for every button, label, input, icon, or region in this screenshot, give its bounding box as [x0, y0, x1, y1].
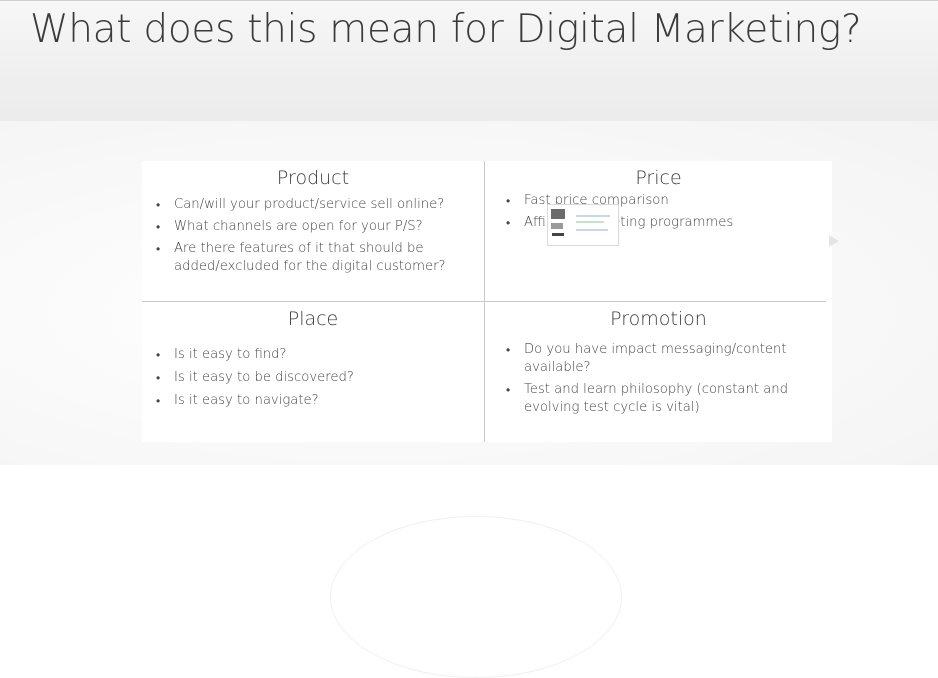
quadrant-place: Place Is it easy to find? Is it easy to … — [142, 302, 484, 442]
website-thumbnail[interactable] — [547, 204, 619, 246]
list-item: Are there features of it that should be … — [150, 240, 480, 276]
list-item: Is it easy to navigate? — [150, 392, 480, 410]
bullet-list: Can/will your product/service sell onlin… — [150, 196, 480, 280]
list-item: Is it easy to be discovered? — [150, 369, 480, 387]
list-item: Do you have impact messaging/content ava… — [500, 341, 830, 377]
play-icon[interactable] — [829, 235, 839, 247]
list-item: Can/will your product/service sell onlin… — [150, 196, 480, 214]
quadrant-product: Product Can/will your product/service se… — [142, 161, 484, 301]
decorative-ring — [330, 516, 622, 678]
bullet-list: Fast price comparison Affiliate marketin… — [500, 192, 750, 236]
slide-title: What does this mean for Digital Marketin… — [30, 7, 862, 52]
list-item: Affiliate marketing programmes — [500, 214, 750, 232]
slide-header: What does this mean for Digital Marketin… — [0, 1, 938, 121]
list-item: Test and learn philosophy (constant and … — [500, 381, 830, 417]
quadrant-price: Price Fast price comparison Affiliate ma… — [485, 161, 832, 301]
thumbnail-image — [551, 223, 563, 229]
bullet-list: Is it easy to find? Is it easy to be dis… — [150, 346, 480, 415]
quadrant-heading: Product — [276, 167, 350, 189]
list-item: Is it easy to find? — [150, 346, 480, 364]
quadrant-heading: Promotion — [610, 308, 707, 330]
thumbnail-image — [551, 209, 565, 219]
list-item: What channels are open for your P/S? — [150, 218, 480, 236]
marketing-mix-grid: Product Can/will your product/service se… — [142, 161, 832, 442]
list-item: Fast price comparison — [500, 192, 750, 210]
quadrant-promotion: Promotion Do you have impact messaging/c… — [485, 302, 832, 442]
thumbnail-image — [552, 233, 564, 236]
quadrant-heading: Price — [635, 167, 682, 189]
quadrant-heading: Place — [287, 308, 339, 330]
thumbnail-text-line — [576, 229, 608, 231]
thumbnail-text-line — [576, 215, 610, 217]
thumbnail-text-line — [576, 221, 604, 223]
bullet-list: Do you have impact messaging/content ava… — [500, 341, 830, 421]
